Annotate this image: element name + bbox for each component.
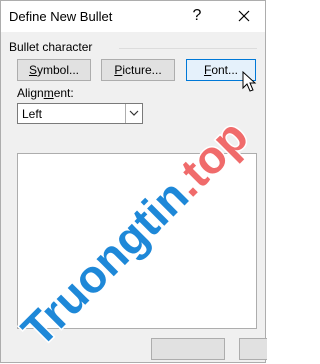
symbol-button-label: ymbol...: [37, 63, 80, 77]
preview-box: [17, 153, 257, 329]
help-icon: ?: [192, 7, 202, 24]
cancel-button[interactable]: [239, 338, 267, 360]
picture-button-label: icture...: [122, 63, 162, 77]
ok-button[interactable]: [151, 338, 225, 360]
symbol-button-accel: S: [28, 63, 37, 77]
alignment-select[interactable]: Left: [17, 103, 143, 124]
alignment-label: Alignment:: [17, 86, 74, 100]
dropdown-button[interactable]: [125, 104, 142, 123]
dialog-title: Define New Bullet: [9, 9, 113, 24]
bullet-character-heading: Bullet character: [9, 40, 93, 54]
section-divider: [119, 48, 257, 49]
define-new-bullet-dialog: Define New Bullet ? Bullet character Sym…: [0, 0, 267, 363]
chevron-down-icon: [129, 110, 139, 116]
mouse-pointer-icon: [242, 71, 257, 92]
picture-button[interactable]: Picture...: [101, 59, 175, 81]
font-button-label: ont...: [211, 63, 239, 77]
symbol-button[interactable]: Symbol...: [17, 59, 91, 81]
alignment-value: Left: [22, 107, 43, 121]
close-button[interactable]: [227, 3, 261, 29]
close-icon: [238, 10, 250, 22]
help-button[interactable]: ?: [186, 4, 208, 28]
title-bar: Define New Bullet ?: [1, 1, 265, 32]
